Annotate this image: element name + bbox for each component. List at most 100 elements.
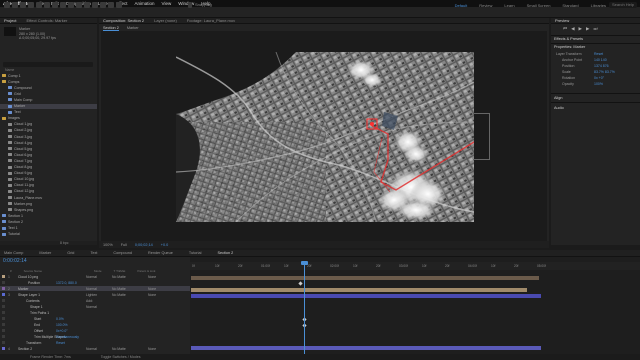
project-item[interactable]: Laura_Plane.mov bbox=[0, 195, 97, 200]
parent-select[interactable]: None bbox=[148, 293, 156, 297]
property-value[interactable]: Simultaneously bbox=[56, 335, 79, 339]
audio-title[interactable]: Audio bbox=[554, 106, 564, 110]
timeline-graph[interactable] bbox=[190, 257, 640, 354]
layer-duration-bar[interactable] bbox=[191, 346, 541, 350]
toggle-switches-modes[interactable]: Toggle Switches / Modes bbox=[101, 355, 141, 359]
zoom-tool-icon[interactable] bbox=[28, 2, 34, 8]
label-color-swatch[interactable] bbox=[2, 287, 5, 290]
workspace-learn[interactable]: Learn bbox=[504, 3, 514, 8]
project-item[interactable]: Cloud 2.jpg bbox=[0, 128, 97, 133]
layer-row[interactable]: End 100.0% bbox=[0, 322, 190, 327]
play-icon[interactable]: ▶ bbox=[579, 26, 582, 32]
project-item[interactable]: Cloud 10.jpg bbox=[0, 177, 97, 182]
first-frame-icon[interactable]: ⏮ bbox=[563, 26, 567, 32]
layer-row[interactable]: Section 2 4 Normal No Matte None bbox=[0, 346, 190, 351]
layer-row[interactable]: Trim Paths 1 bbox=[0, 310, 190, 315]
tab-footage[interactable]: Footage: Laura_Plane.mov bbox=[187, 18, 235, 23]
clone-tool-icon[interactable] bbox=[92, 2, 98, 8]
track-matte-select[interactable]: No Matte bbox=[112, 293, 126, 297]
label-color-swatch[interactable] bbox=[2, 323, 5, 326]
tab-grid[interactable]: Grid bbox=[67, 251, 74, 255]
property-value[interactable]: 0.0% bbox=[56, 317, 64, 321]
eraser-tool-icon[interactable] bbox=[100, 2, 106, 8]
project-item[interactable]: Grid bbox=[0, 91, 97, 96]
label-color-swatch[interactable] bbox=[2, 347, 5, 350]
label-color-swatch[interactable] bbox=[2, 335, 5, 338]
label-color-swatch[interactable] bbox=[2, 281, 5, 284]
next-frame-icon[interactable]: ▶ bbox=[586, 26, 589, 32]
property-value[interactable]: 1372.0, 880.0 bbox=[56, 281, 77, 285]
zoom-select[interactable]: 100% bbox=[103, 243, 113, 247]
layer-row[interactable]: Start 0.0% bbox=[0, 316, 190, 321]
tab-compound[interactable]: Compound bbox=[113, 251, 132, 255]
last-frame-icon[interactable]: ⏭ bbox=[593, 26, 597, 32]
home-tool-icon[interactable] bbox=[4, 2, 10, 8]
selection-tool-icon[interactable] bbox=[12, 2, 18, 8]
project-item[interactable]: Compound bbox=[0, 85, 97, 90]
workspace-review[interactable]: Review bbox=[479, 3, 492, 8]
bpc-label[interactable]: 8 bpc bbox=[60, 241, 69, 245]
project-item[interactable]: Cloud 4.jpg bbox=[0, 140, 97, 145]
mode-select[interactable]: Normal bbox=[86, 347, 97, 351]
label-color-swatch[interactable] bbox=[2, 275, 5, 278]
layer-row[interactable]: Position 1372.0, 880.0 bbox=[0, 280, 190, 285]
property-value[interactable]: 100.0% bbox=[56, 323, 68, 327]
project-item[interactable]: Text bbox=[0, 110, 97, 115]
track-matte-select[interactable]: No Matte bbox=[112, 287, 126, 291]
layer-row[interactable]: Shape 1 Normal bbox=[0, 304, 190, 309]
workspace-standard[interactable]: Standard bbox=[562, 3, 578, 8]
parent-select[interactable]: None bbox=[148, 287, 156, 291]
mode-select[interactable]: Lighten bbox=[86, 293, 97, 297]
roto-tool-icon[interactable] bbox=[108, 2, 114, 8]
prop-anchor-value[interactable]: 140 140 bbox=[594, 58, 607, 62]
project-item[interactable]: Cloud 7.jpg bbox=[0, 158, 97, 163]
prop-position-value[interactable]: 1374 876 bbox=[594, 64, 609, 68]
project-item[interactable]: Cloud 1.jpg bbox=[0, 122, 97, 127]
layer-row[interactable]: Contents Add: bbox=[0, 298, 190, 303]
layer-row[interactable]: Trim Multiple Shapes Simultaneously bbox=[0, 334, 190, 339]
layer-duration-bar[interactable] bbox=[191, 288, 527, 292]
puppet-tool-icon[interactable] bbox=[116, 2, 122, 8]
tab-text[interactable]: Text bbox=[90, 251, 97, 255]
label-color-swatch[interactable] bbox=[2, 293, 5, 296]
reset-link[interactable]: Reset bbox=[594, 52, 603, 56]
rotate-tool-icon[interactable] bbox=[36, 2, 42, 8]
label-color-swatch[interactable] bbox=[2, 305, 5, 308]
project-item[interactable]: Cloud 8.jpg bbox=[0, 165, 97, 170]
layer-row[interactable]: Cloud 10.png 1 Normal No Matte None bbox=[0, 274, 190, 279]
mode-select[interactable]: Normal bbox=[86, 287, 97, 291]
mode-select[interactable]: Normal bbox=[86, 275, 97, 279]
project-item[interactable]: Section 1 bbox=[0, 213, 97, 218]
tab-project[interactable]: Project bbox=[4, 18, 16, 23]
prop-rotation-value[interactable]: 0x +0° bbox=[594, 76, 604, 80]
workspace-libraries[interactable]: Libraries bbox=[591, 3, 606, 8]
tab-main-comp[interactable]: Main Comp bbox=[4, 251, 23, 255]
project-item[interactable]: Marker bbox=[0, 103, 97, 109]
align-title[interactable]: Align bbox=[554, 96, 562, 100]
property-value[interactable]: Reset bbox=[56, 341, 65, 345]
label-color-swatch[interactable] bbox=[2, 311, 5, 314]
label-color-swatch[interactable] bbox=[2, 329, 5, 332]
parent-select[interactable]: None bbox=[148, 275, 156, 279]
city-map-image[interactable] bbox=[176, 52, 474, 222]
current-timecode[interactable]: 0:00:02:14 bbox=[3, 258, 27, 264]
camera-tool-icon[interactable] bbox=[44, 2, 50, 8]
prop-opacity-value[interactable]: 100% bbox=[594, 82, 603, 86]
time-ruler[interactable] bbox=[190, 262, 640, 270]
preview-title[interactable]: Preview bbox=[555, 18, 569, 23]
project-item[interactable]: Comps bbox=[0, 79, 97, 84]
pan-behind-tool-icon[interactable] bbox=[52, 2, 58, 8]
tab-section-2[interactable]: Section 2 bbox=[217, 251, 233, 255]
mode-select[interactable]: Normal bbox=[86, 305, 97, 309]
tab-composition[interactable]: Composition: Section 2 bbox=[103, 18, 144, 23]
snapping-checkbox[interactable] bbox=[188, 2, 192, 8]
menu-animation[interactable]: Animation bbox=[135, 1, 155, 6]
exposure-value[interactable]: +0.0 bbox=[161, 243, 169, 247]
resolution-select[interactable]: Full bbox=[121, 243, 127, 247]
layer-row[interactable]: Transform Reset bbox=[0, 340, 190, 345]
project-item[interactable]: Tutorial bbox=[0, 232, 97, 237]
layer-row[interactable]: Offset 0x+0.0° bbox=[0, 328, 190, 333]
project-item[interactable]: Cloud 6.jpg bbox=[0, 152, 97, 157]
hand-tool-icon[interactable] bbox=[20, 2, 26, 8]
parent-select[interactable]: None bbox=[148, 347, 156, 351]
